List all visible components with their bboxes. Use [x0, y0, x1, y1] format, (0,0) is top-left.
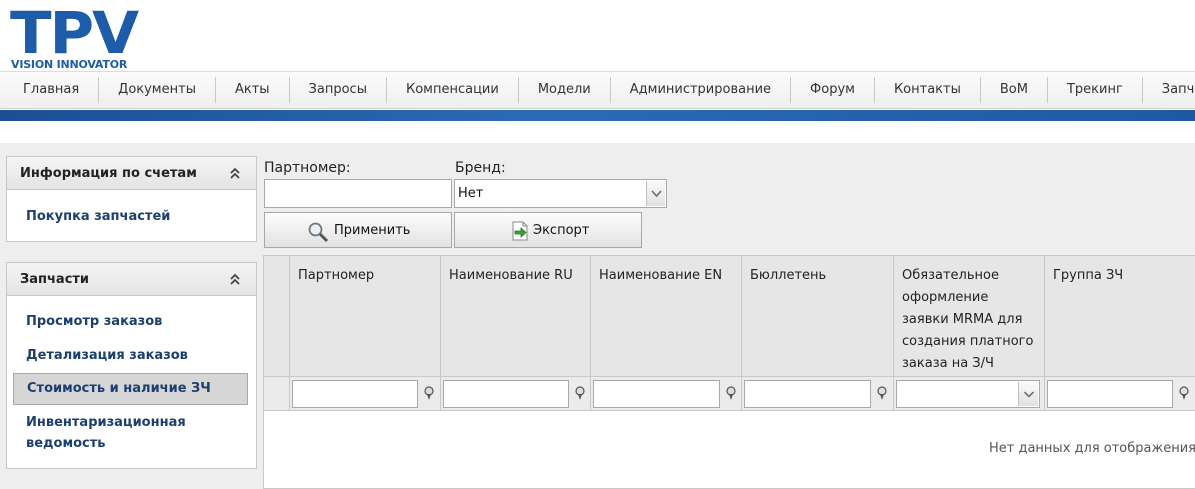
export-button-label: Экспорт	[533, 223, 590, 238]
accounts-panel-title: Информация по счетам	[20, 166, 197, 181]
nav-item-documents[interactable]: Документы	[99, 77, 216, 103]
nav-item-compensations[interactable]: Компенсации	[387, 77, 519, 103]
search-icon	[308, 222, 329, 243]
column-title: Обязательное оформление заявки MRMA для …	[902, 268, 1034, 371]
sidebar-item-order-view[interactable]: Просмотр заказов	[26, 311, 162, 332]
filter-icon[interactable]	[1178, 386, 1190, 401]
logo-text: TPV	[10, 0, 139, 67]
brand-select-value: Нет	[458, 186, 484, 201]
filter-partnumber-input[interactable]	[292, 380, 418, 408]
dropdown-arrow-icon	[651, 190, 662, 198]
collapse-up-icon[interactable]	[228, 271, 242, 287]
filter-parts-group-input[interactable]	[1047, 380, 1173, 408]
header-band	[0, 110, 1195, 121]
main-nav: Главная Документы Акты Запросы Компенсац…	[0, 71, 1195, 109]
partnumber-label: Партномер:	[264, 160, 351, 176]
nav-item-forum[interactable]: Форум	[791, 77, 875, 103]
accounts-panel-header[interactable]: Информация по счетам	[7, 157, 256, 190]
sidebar-item-inventory-list[interactable]: Инвентаризационная ведомость	[26, 412, 226, 454]
filter-icon[interactable]	[574, 386, 586, 401]
brand-select-button[interactable]	[646, 181, 665, 206]
column-title: Наименование EN	[599, 268, 723, 283]
parts-grid: Партномер Наименование RU Наименование E…	[263, 255, 1195, 489]
nav-item-spare-parts[interactable]: Запчасти	[1143, 77, 1195, 103]
column-title: Группа ЗЧ	[1053, 268, 1124, 283]
parts-panel: Запчасти Просмотр заказов Детализация за…	[6, 262, 257, 469]
nav-item-bom[interactable]: BoM	[981, 77, 1048, 103]
filter-mrma-select-button[interactable]	[1018, 382, 1038, 406]
export-button[interactable]: Экспорт	[454, 212, 642, 248]
filter-icon[interactable]	[876, 386, 888, 401]
column-title: Наименование RU	[449, 268, 573, 283]
filter-icon[interactable]	[423, 386, 435, 401]
nav-item-models[interactable]: Модели	[519, 77, 611, 103]
nav-item-home[interactable]: Главная	[0, 77, 100, 103]
sidebar-item-cost-availability[interactable]: Стоимость и наличие ЗЧ	[13, 373, 248, 405]
column-title: Партномер	[298, 268, 375, 283]
parts-panel-header[interactable]: Запчасти	[7, 263, 256, 296]
brand-select[interactable]: Нет	[454, 179, 667, 208]
partnumber-input[interactable]	[264, 179, 452, 208]
filter-name-ru-input[interactable]	[443, 380, 569, 408]
apply-button-label: Применить	[334, 223, 411, 238]
grid-empty-message: Нет данных для отображения	[989, 441, 1195, 456]
dropdown-arrow-icon	[1023, 391, 1035, 398]
nav-item-acts[interactable]: Акты	[216, 77, 290, 103]
filter-icon[interactable]	[725, 386, 737, 401]
nav-item-tracking[interactable]: Трекинг	[1048, 77, 1143, 103]
nav-item-requests[interactable]: Запросы	[290, 77, 387, 103]
nav-item-administration[interactable]: Администрирование	[611, 77, 792, 103]
filter-mrma-select[interactable]	[896, 380, 1040, 408]
logo-tagline: VISION INNOVATOR	[11, 58, 128, 71]
collapse-up-icon[interactable]	[228, 165, 242, 181]
filter-bulletin-input[interactable]	[744, 380, 871, 408]
export-icon	[512, 221, 528, 241]
accounts-panel: Информация по счетам Покупка запчастей	[6, 156, 257, 242]
column-title: Бюллетень	[750, 268, 827, 283]
brand-label: Бренд:	[455, 160, 506, 176]
sidebar-item-parts-purchase[interactable]: Покупка запчастей	[26, 206, 170, 227]
tpv-logo[interactable]: TPV VISION INNOVATOR	[10, 0, 150, 71]
apply-button[interactable]: Применить	[264, 212, 452, 248]
page: TPV VISION INNOVATOR Главная Документы А…	[0, 0, 1195, 489]
sidebar-item-order-details[interactable]: Детализация заказов	[26, 345, 188, 366]
parts-panel-title: Запчасти	[20, 272, 90, 287]
filter-name-en-input[interactable]	[593, 380, 720, 408]
nav-item-contacts[interactable]: Контакты	[875, 77, 981, 103]
